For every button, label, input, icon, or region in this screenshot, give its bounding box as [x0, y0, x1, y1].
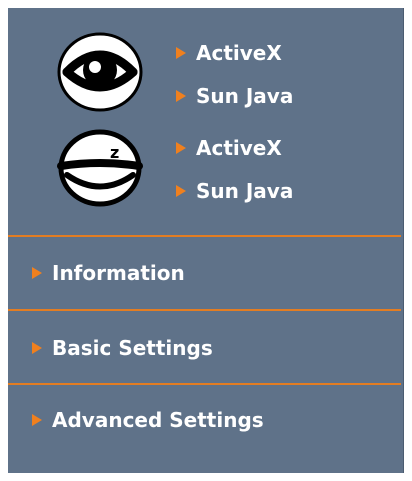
eye-open-icon — [55, 32, 145, 112]
eye-sleeping-icon: z — [55, 128, 145, 208]
arrow-right-icon — [32, 267, 42, 279]
sleep-activex-link[interactable]: ActiveX — [176, 137, 282, 159]
live-java-link[interactable]: Sun Java — [176, 85, 293, 107]
menu-item-label: Basic Settings — [52, 336, 213, 360]
menu-item-basic-settings[interactable]: Basic Settings — [32, 336, 213, 360]
divider — [8, 235, 401, 237]
menu-item-label: Advanced Settings — [52, 408, 264, 432]
live-activex-link[interactable]: ActiveX — [176, 42, 282, 64]
divider — [8, 309, 401, 311]
arrow-right-icon — [176, 90, 186, 102]
live-java-label: Sun Java — [196, 84, 294, 108]
sleep-java-link[interactable]: Sun Java — [176, 180, 293, 202]
arrow-right-icon — [176, 47, 186, 59]
menu-item-information[interactable]: Information — [32, 261, 185, 285]
sleep-z-badge: z — [110, 143, 119, 162]
live-activex-label: ActiveX — [196, 41, 282, 65]
sleep-java-label: Sun Java — [196, 179, 294, 203]
divider — [8, 383, 401, 385]
menu-item-advanced-settings[interactable]: Advanced Settings — [32, 408, 264, 432]
menu-item-label: Information — [52, 261, 185, 285]
arrow-right-icon — [32, 414, 42, 426]
navigation-panel: ActiveX Sun Java z ActiveX Sun Java Info… — [8, 8, 404, 473]
sleep-activex-label: ActiveX — [196, 136, 282, 160]
arrow-right-icon — [176, 185, 186, 197]
arrow-right-icon — [176, 142, 186, 154]
arrow-right-icon — [32, 342, 42, 354]
